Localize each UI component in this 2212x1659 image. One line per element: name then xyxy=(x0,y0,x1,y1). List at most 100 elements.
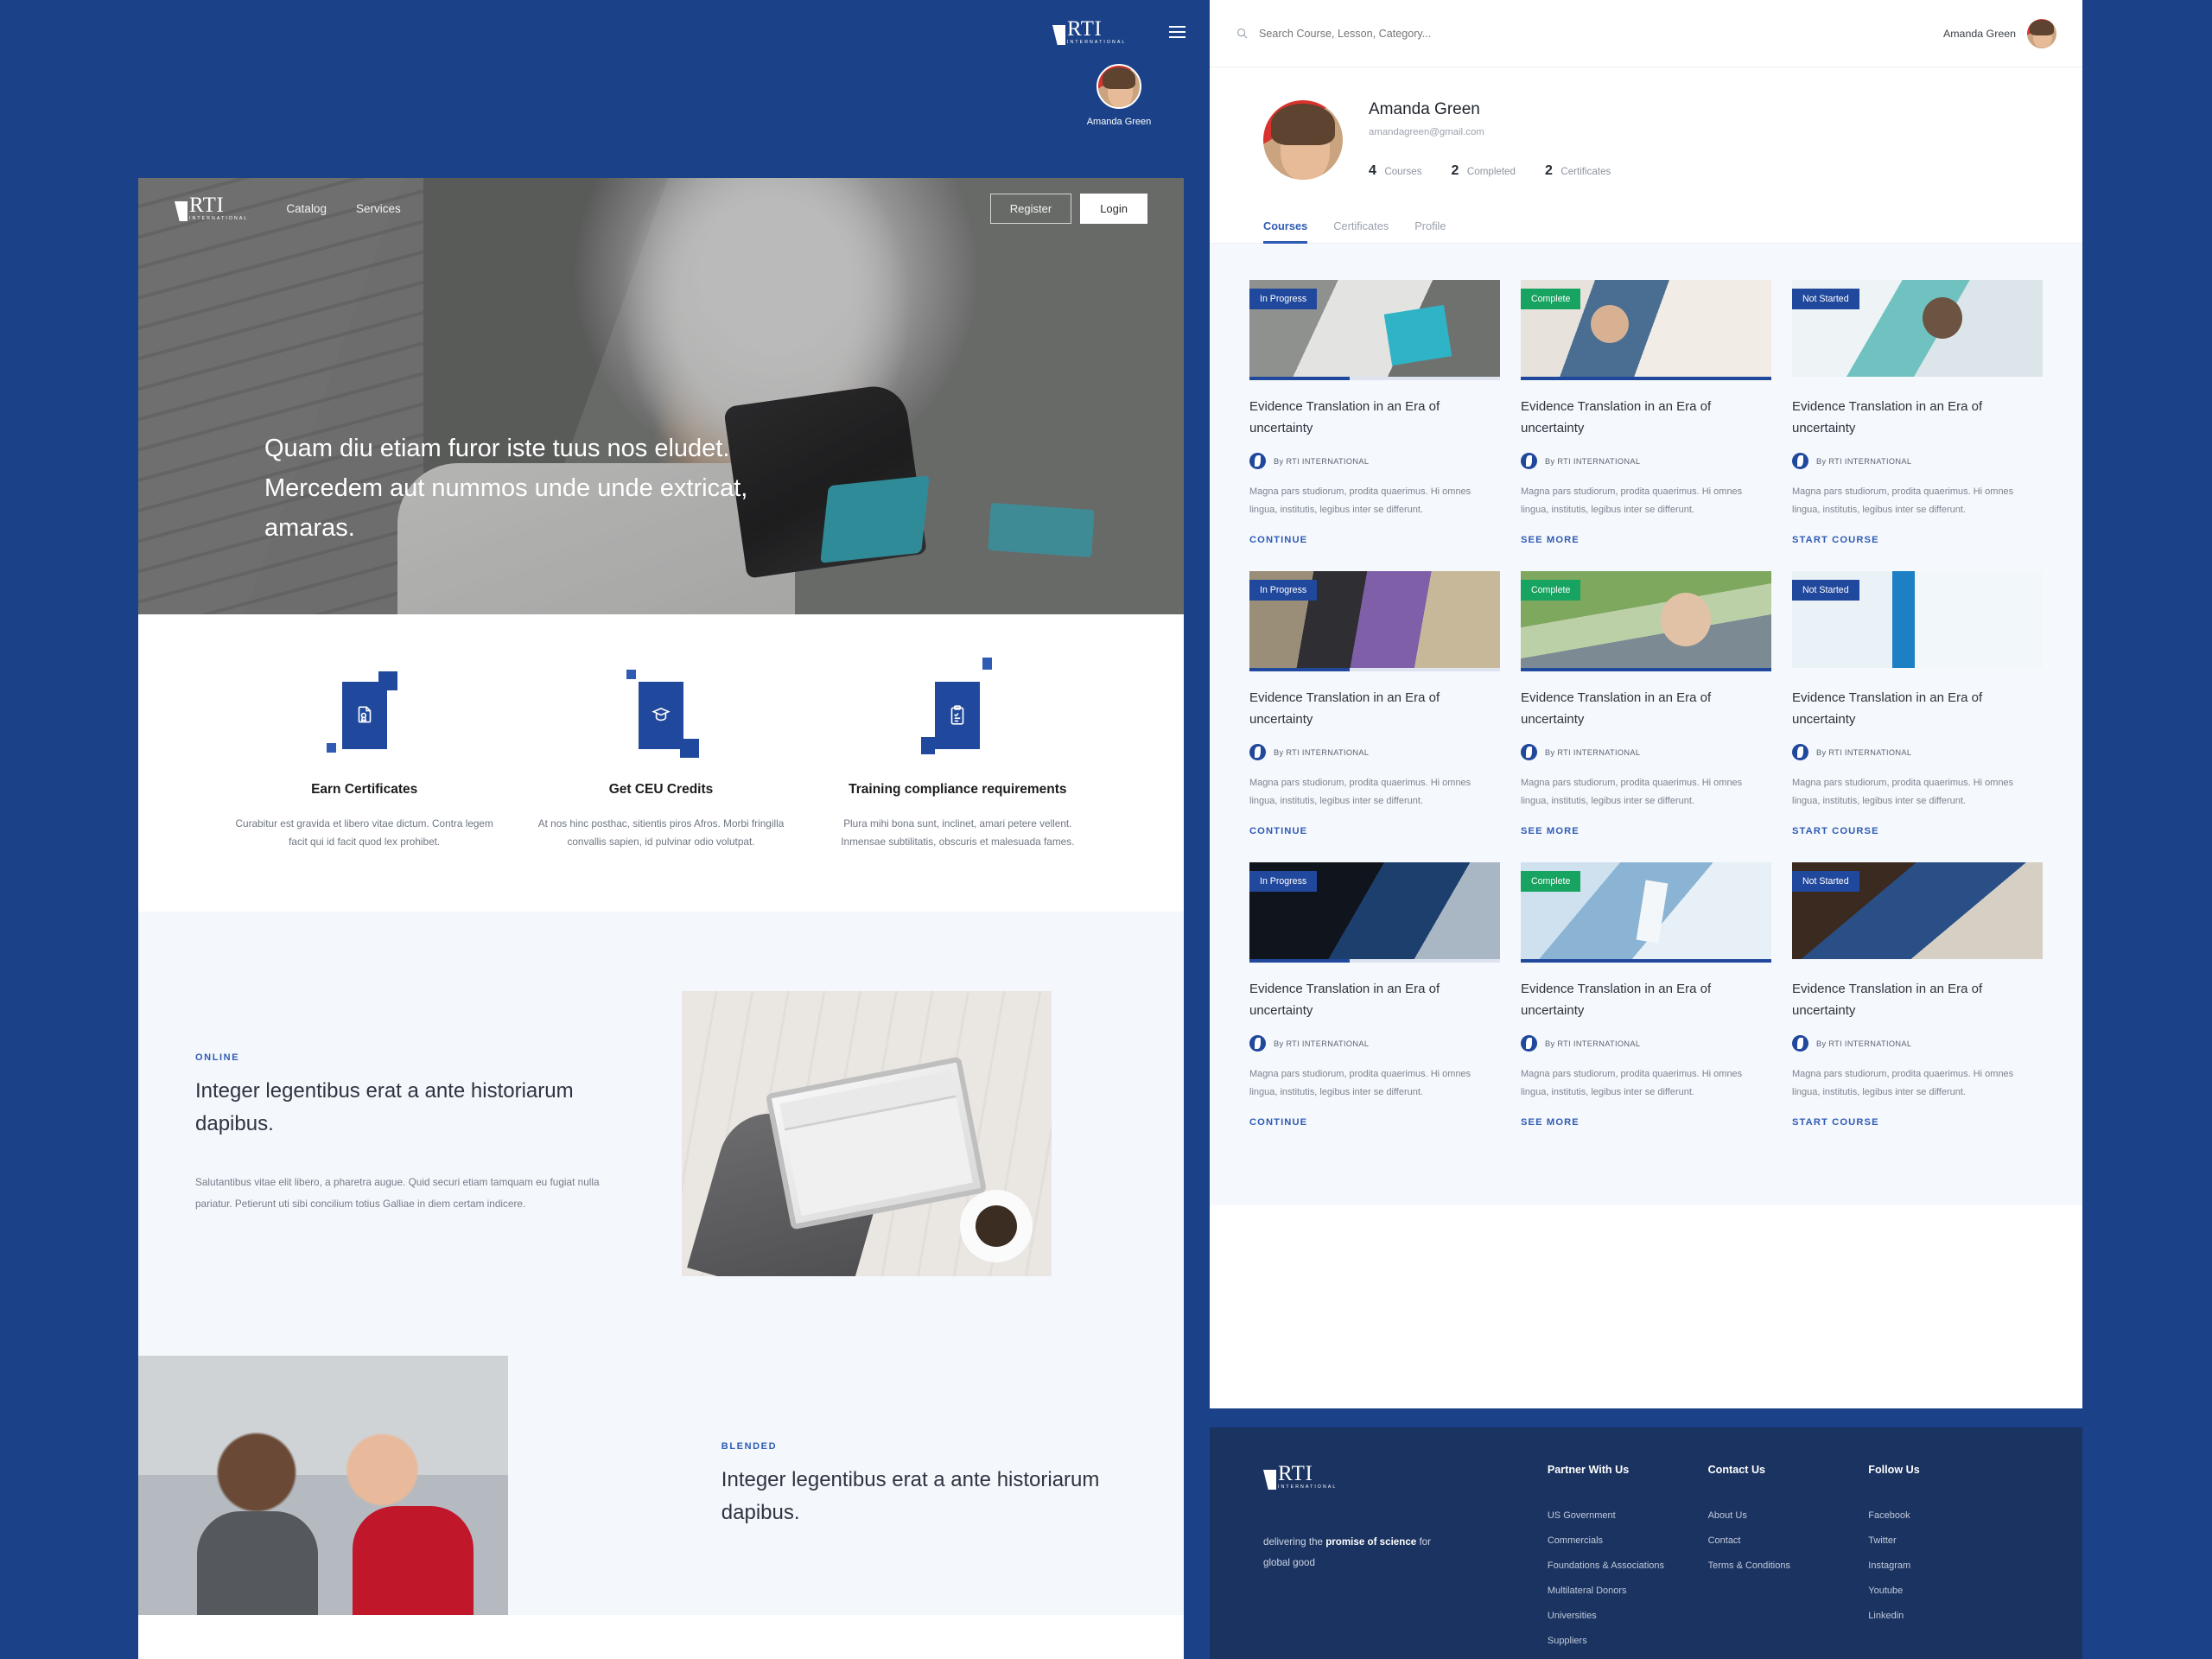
footer-link[interactable]: Linkedin xyxy=(1868,1611,2029,1621)
course-description: Magna pars studiorum, prodita quaerimus.… xyxy=(1249,483,1500,519)
course-thumbnail: Complete xyxy=(1521,862,1771,959)
course-card[interactable]: CompleteEvidence Translation in an Era o… xyxy=(1521,571,1771,838)
course-grid: In Progress Evidence Translation in an Er… xyxy=(1210,244,2082,1205)
course-thumbnail: In Progress xyxy=(1249,862,1500,959)
course-thumbnail: Not Started xyxy=(1792,862,2043,959)
footer-link[interactable]: Instagram xyxy=(1868,1560,2029,1571)
section-text-block: BLENDED Integer legentibus erat a ante h… xyxy=(640,1441,1184,1529)
tab-courses[interactable]: Courses xyxy=(1263,219,1307,243)
hero-overlay xyxy=(138,178,1184,614)
course-cta-link[interactable]: SEE MORE xyxy=(1521,1117,1580,1128)
hamburger-bar xyxy=(1169,26,1185,28)
course-cta-link[interactable]: START COURSE xyxy=(1792,535,1879,545)
course-card[interactable]: In ProgressEvidence Translation in an Er… xyxy=(1249,280,1500,547)
status-badge: In Progress xyxy=(1249,871,1317,892)
footer-link[interactable]: Youtube xyxy=(1868,1586,2029,1596)
search-icon xyxy=(1236,27,1249,40)
tab-profile[interactable]: Profile xyxy=(1414,219,1446,243)
nav-link-services[interactable]: Services xyxy=(356,202,401,215)
course-card[interactable]: Not StartedEvidence Translation in an Er… xyxy=(1792,571,2043,838)
footer-link[interactable]: Terms & Conditions xyxy=(1708,1560,1869,1571)
hamburger-icon[interactable] xyxy=(1169,26,1185,38)
stat-certificates: 2 Certificates xyxy=(1545,163,1611,179)
search-input[interactable] xyxy=(1259,28,1553,40)
footer-link[interactable]: Commercials xyxy=(1548,1535,1708,1546)
course-cta-link[interactable]: SEE MORE xyxy=(1521,535,1580,545)
hero-headline: Quam diu etiam furor iste tuus nos elude… xyxy=(264,429,748,548)
rti-logo-text: RTI xyxy=(189,195,248,215)
profile-avatar xyxy=(1263,100,1343,180)
certificate-icon xyxy=(342,682,387,749)
sidebar-user[interactable]: Amanda Green xyxy=(1028,64,1210,127)
course-cta-link[interactable]: START COURSE xyxy=(1792,826,1879,836)
footer-link[interactable]: Facebook xyxy=(1868,1510,2029,1521)
footer-link[interactable]: Multilateral Donors xyxy=(1548,1586,1708,1596)
feature-item: Get CEU Credits At nos hinc posthac, sit… xyxy=(512,682,809,851)
marketing-page-panel: RTI INTERNATIONAL Catalog Services Regis… xyxy=(138,178,1184,1659)
course-card[interactable]: In ProgressEvidence Translation in an Er… xyxy=(1249,571,1500,838)
course-title: Evidence Translation in an Era of uncert… xyxy=(1249,978,1500,1021)
footer-column-follow: Follow Us FacebookTwitterInstagramYoutub… xyxy=(1868,1464,2029,1659)
course-author: By RTI INTERNATIONAL xyxy=(1521,1035,1771,1052)
course-title: Evidence Translation in an Era of uncert… xyxy=(1792,978,2043,1021)
footer-tagline: delivering the promise of science for gl… xyxy=(1263,1532,1453,1573)
topbar-user[interactable]: Amanda Green xyxy=(1943,19,2056,48)
footer-link[interactable]: About Us xyxy=(1708,1510,1869,1521)
icon-notch xyxy=(327,743,336,753)
tab-certificates[interactable]: Certificates xyxy=(1333,219,1389,243)
course-row: In Progress Evidence Translation in an Er… xyxy=(1249,862,2043,1129)
rti-logo-mark-icon xyxy=(1263,1470,1276,1490)
course-author-text: By RTI INTERNATIONAL xyxy=(1545,748,1640,757)
footer-link[interactable]: Foundations & Associations xyxy=(1548,1560,1708,1571)
course-author: By RTI INTERNATIONAL xyxy=(1249,744,1500,760)
feature-body: At nos hinc posthac, sitientis piros Afr… xyxy=(530,815,791,851)
feature-item: Earn Certificates Curabitur est gravida … xyxy=(216,682,512,851)
footer-column-partner: Partner With Us US GovernmentCommercials… xyxy=(1548,1464,1708,1659)
section-image-blended xyxy=(138,1356,640,1615)
login-button[interactable]: Login xyxy=(1080,194,1147,224)
sidebar-user-name: Amanda Green xyxy=(1028,117,1210,127)
progress-spacer xyxy=(1792,959,2043,963)
topbar-avatar[interactable] xyxy=(2027,19,2056,48)
footer-column-heading: Contact Us xyxy=(1708,1464,1869,1476)
progress-spacer xyxy=(1792,377,2043,380)
rti-circle-logo-icon xyxy=(1792,453,1808,469)
course-description: Magna pars studiorum, prodita quaerimus.… xyxy=(1792,774,2043,810)
course-title: Evidence Translation in an Era of uncert… xyxy=(1521,978,1771,1021)
footer-logo-text: RTI xyxy=(1278,1464,1337,1484)
footer-link[interactable]: Suppliers xyxy=(1548,1636,1708,1646)
register-button[interactable]: Register xyxy=(990,194,1071,224)
course-card[interactable]: CompleteEvidence Translation in an Era o… xyxy=(1521,280,1771,547)
footer-link[interactable]: Universities xyxy=(1548,1611,1708,1621)
footer-link[interactable]: Contact xyxy=(1708,1535,1869,1546)
content-section-blended: BLENDED Integer legentibus erat a ante h… xyxy=(138,1276,1184,1615)
auth-buttons: Register Login xyxy=(990,194,1147,224)
footer-link[interactable]: US Government xyxy=(1548,1510,1708,1521)
search-bar[interactable] xyxy=(1236,27,1943,40)
course-author: By RTI INTERNATIONAL xyxy=(1792,744,2043,760)
nav-link-catalog[interactable]: Catalog xyxy=(286,202,327,215)
feature-icon-wrap xyxy=(233,682,495,772)
course-cta-link[interactable]: CONTINUE xyxy=(1249,1117,1307,1128)
course-thumbnail: In Progress xyxy=(1249,571,1500,668)
course-cta-link[interactable]: START COURSE xyxy=(1792,1117,1879,1128)
course-card[interactable]: In Progress Evidence Translation in an Er… xyxy=(1249,862,1500,1129)
course-card[interactable]: Not StartedEvidence Translation in an Er… xyxy=(1792,280,2043,547)
course-card[interactable]: Not Started Evidence Translation in an Er… xyxy=(1792,862,2043,1129)
course-cta-link[interactable]: CONTINUE xyxy=(1249,535,1307,545)
footer-link[interactable]: Twitter xyxy=(1868,1535,2029,1546)
course-cta-link[interactable]: CONTINUE xyxy=(1249,826,1307,836)
marketing-nav-links: Catalog Services xyxy=(286,202,400,215)
photo-tablet-device xyxy=(766,1057,987,1230)
profile-name: Amanda Green xyxy=(1369,100,1611,119)
profile-header: Amanda Green amandagreen@gmail.com 4 Cou… xyxy=(1210,67,2082,180)
course-cta-link[interactable]: SEE MORE xyxy=(1521,826,1580,836)
sidebar-rti-logo[interactable]: RTI INTERNATIONAL xyxy=(1052,19,1126,45)
icon-notch xyxy=(982,658,992,670)
footer-link-list: Facebook Twitter Instagram Youtube Linkedin xyxy=(1868,1510,2029,1621)
footer-rti-logo[interactable]: RTI INTERNATIONAL xyxy=(1263,1464,1337,1490)
course-card[interactable]: Complete Evidence Translation in an Era o… xyxy=(1521,862,1771,1129)
sidebar-avatar[interactable] xyxy=(1096,64,1141,109)
footer-link-list: US Government Commercials Foundations & As… xyxy=(1548,1510,1708,1646)
rti-logo[interactable]: RTI INTERNATIONAL xyxy=(175,195,248,221)
